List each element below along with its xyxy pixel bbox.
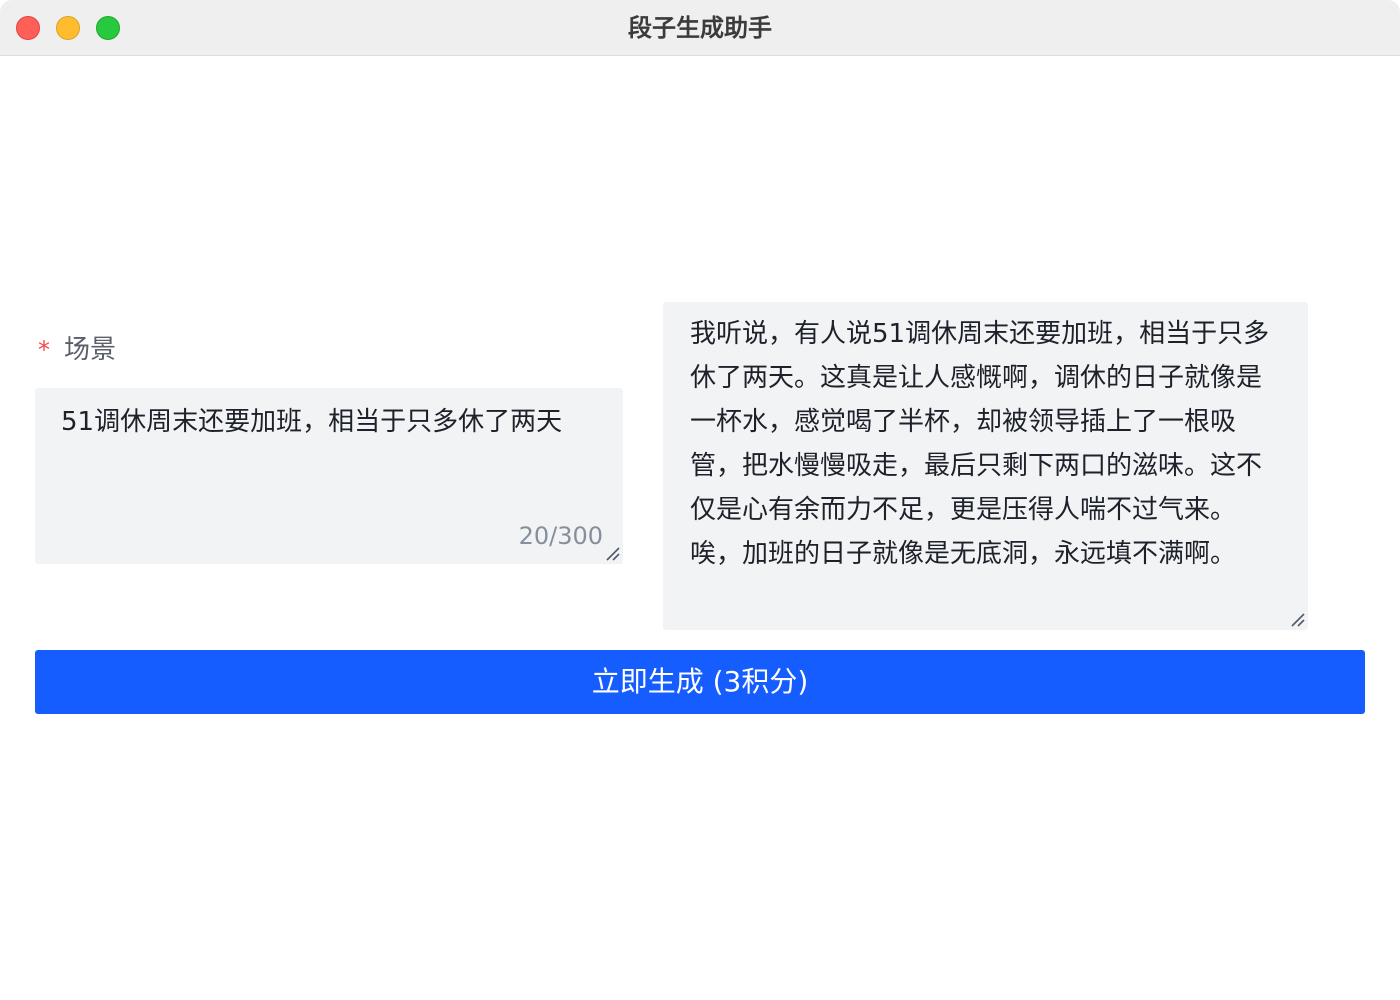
title-bar: 段子生成助手: [0, 0, 1400, 56]
scene-field-label: * 场景: [38, 332, 116, 368]
generate-button[interactable]: 立即生成 (3积分): [35, 650, 1365, 714]
scene-label-text: 场景: [64, 335, 117, 365]
app-window: 段子生成助手 * 场景 51调休周末还要加班，相当于只多休了两天 20/300 我…: [0, 0, 1400, 1000]
required-mark: *: [38, 336, 50, 364]
scene-textarea-value: 51调休周末还要加班，相当于只多休了两天: [61, 407, 563, 437]
result-text: 我听说，有人说51调休周末还要加班，相当于只多休了两天。这真是让人感慨啊，调休的…: [690, 319, 1270, 569]
window-title: 段子生成助手: [628, 14, 772, 42]
result-textarea[interactable]: 我听说，有人说51调休周末还要加班，相当于只多休了两天。这真是让人感慨啊，调休的…: [663, 302, 1308, 630]
resize-handle-icon[interactable]: [1289, 611, 1305, 627]
resize-handle-icon[interactable]: [604, 545, 620, 561]
scene-textarea[interactable]: 51调休周末还要加班，相当于只多休了两天 20/300: [35, 388, 623, 564]
char-counter: 20/300: [518, 522, 603, 550]
